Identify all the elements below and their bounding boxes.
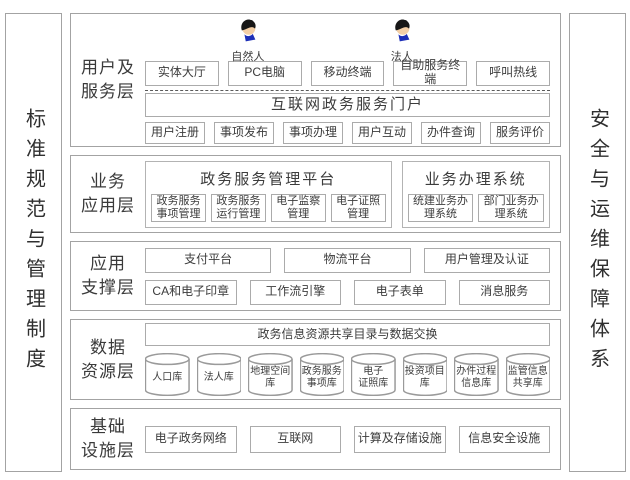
terminal-box: 实体大厅 — [145, 61, 219, 86]
support-row-1: 支付平台 物流平台 用户管理及认证 — [145, 248, 550, 273]
database-cylinder: 法人库 — [197, 353, 242, 396]
actor-legal-person-label: 法人 — [391, 48, 413, 64]
terminal-box: 自助服务终端 — [393, 61, 467, 86]
subsystem-box: 统建业务办理系统 — [408, 194, 474, 222]
portal-box: 互联网政务服务门户 — [145, 93, 550, 117]
right-pillar-label: 安全与运维保障体系 — [588, 108, 608, 378]
person-icon — [237, 17, 258, 47]
person-icon — [391, 17, 412, 47]
database-cylinder: 地理空间 库 — [248, 353, 293, 396]
database-cylinder: 监管信息 共享库 — [506, 353, 551, 396]
layer-stack: 用户及 服务层 自然人 — [70, 13, 561, 472]
database-cylinder: 电子 证照库 — [351, 353, 396, 396]
support-box: 物流平台 — [284, 248, 410, 273]
database-label: 政务服务 事项库 — [300, 359, 345, 396]
database-label: 电子 证照库 — [351, 359, 396, 396]
feature-row: 用户注册 事项发布 事项办理 用户互动 办件查询 服务评价 — [145, 122, 550, 144]
actors-row: 自然人 法人 — [145, 17, 550, 61]
subsystem-box: 政务服务 运行管理 — [211, 194, 266, 222]
database-row: 人口库 法人库 地理空间 库 政务服务 事项库 — [145, 353, 550, 396]
support-box: 电子表单 — [354, 280, 446, 305]
data-exchange-box: 政务信息资源共享目录与数据交换 — [145, 323, 550, 346]
support-box: 用户管理及认证 — [424, 248, 550, 273]
feature-box: 办件查询 — [421, 122, 481, 144]
actor-natural-person: 自然人 — [218, 17, 278, 64]
architecture-diagram: 标准规范与管理制度 用户及 服务层 — [0, 0, 630, 480]
terminal-box: PC电脑 — [228, 61, 302, 86]
layer-app-support: 应用 支撑层 支付平台 物流平台 用户管理及认证 CA和电子印章 工作流引擎 电… — [70, 241, 561, 311]
database-label: 法人库 — [197, 359, 242, 396]
layer-infrastructure-label: 基础 设施层 — [71, 415, 145, 463]
actor-natural-person-label: 自然人 — [231, 48, 264, 64]
infra-box: 信息安全设施 — [459, 426, 551, 453]
layer-app-support-label: 应用 支撑层 — [71, 252, 145, 300]
group-service-mgmt-title: 政务服务管理平台 — [151, 165, 386, 194]
layer-data-resource-label: 数据 资源层 — [71, 336, 145, 384]
database-label: 地理空间 库 — [248, 359, 293, 396]
support-box: CA和电子印章 — [145, 280, 237, 305]
layer-infrastructure: 基础 设施层 电子政务网络 互联网 计算及存储设施 信息安全设施 — [70, 408, 561, 470]
subsystem-box: 电子证照 管理 — [331, 194, 386, 222]
layer-user-service: 用户及 服务层 自然人 — [70, 13, 561, 147]
dashed-divider — [145, 90, 550, 91]
feature-box: 事项发布 — [214, 122, 274, 144]
right-pillar-security-ops: 安全与运维保障体系 — [569, 13, 626, 472]
group-service-mgmt-items: 政务服务 事项管理 政务服务 运行管理 电子监察 管理 电子证照 管理 — [151, 194, 386, 222]
layer-business-app: 业务 应用层 政务服务管理平台 政务服务 事项管理 政务服务 运行管理 电子监察… — [70, 155, 561, 233]
support-box: 支付平台 — [145, 248, 271, 273]
layer-app-support-content: 支付平台 物流平台 用户管理及认证 CA和电子印章 工作流引擎 电子表单 消息服… — [145, 248, 560, 305]
database-cylinder: 人口库 — [145, 353, 190, 396]
infra-row: 电子政务网络 互联网 计算及存储设施 信息安全设施 — [145, 426, 550, 453]
left-pillar-standards: 标准规范与管理制度 — [5, 13, 62, 472]
infra-box: 互联网 — [250, 426, 342, 453]
database-label: 人口库 — [145, 359, 190, 396]
layer-infrastructure-content: 电子政务网络 互联网 计算及存储设施 信息安全设施 — [145, 426, 560, 453]
support-box: 消息服务 — [459, 280, 551, 305]
layer-user-service-content: 自然人 法人 — [145, 17, 560, 144]
database-label: 办件过程 信息库 — [454, 359, 499, 396]
left-pillar-label: 标准规范与管理制度 — [24, 108, 44, 378]
infra-box: 计算及存储设施 — [354, 426, 446, 453]
support-box: 工作流引擎 — [250, 280, 342, 305]
actor-legal-person: 法人 — [372, 17, 432, 64]
layer-data-resource-content: 政务信息资源共享目录与数据交换 人口库 法人库 地理空间 库 — [145, 323, 560, 396]
feature-box: 事项办理 — [283, 122, 343, 144]
group-business-handling: 业务办理系统 统建业务办理系统 部门业务办理系统 — [402, 161, 550, 228]
layer-business-app-content: 政务服务管理平台 政务服务 事项管理 政务服务 运行管理 电子监察 管理 电子证… — [145, 161, 560, 228]
terminal-box: 呼叫热线 — [476, 61, 550, 86]
terminal-row: 实体大厅 PC电脑 移动终端 自助服务终端 呼叫热线 — [145, 61, 550, 86]
database-label: 监管信息 共享库 — [506, 359, 551, 396]
layer-data-resource: 数据 资源层 政务信息资源共享目录与数据交换 人口库 法人库 地理空间 库 — [70, 319, 561, 400]
infra-box: 电子政务网络 — [145, 426, 237, 453]
subsystem-box: 部门业务办理系统 — [478, 194, 544, 222]
feature-box: 用户注册 — [145, 122, 205, 144]
database-cylinder: 投资项目 库 — [403, 353, 448, 396]
terminal-box: 移动终端 — [311, 61, 385, 86]
group-service-mgmt-platform: 政务服务管理平台 政务服务 事项管理 政务服务 运行管理 电子监察 管理 电子证… — [145, 161, 392, 228]
database-label: 投资项目 库 — [403, 359, 448, 396]
layer-business-app-label: 业务 应用层 — [71, 170, 145, 218]
subsystem-box: 电子监察 管理 — [271, 194, 326, 222]
database-cylinder: 办件过程 信息库 — [454, 353, 499, 396]
layer-user-service-label: 用户及 服务层 — [71, 56, 145, 104]
group-business-handling-title: 业务办理系统 — [408, 165, 544, 194]
support-row-2: CA和电子印章 工作流引擎 电子表单 消息服务 — [145, 280, 550, 305]
subsystem-box: 政务服务 事项管理 — [151, 194, 206, 222]
feature-box: 服务评价 — [490, 122, 550, 144]
feature-box: 用户互动 — [352, 122, 412, 144]
database-cylinder: 政务服务 事项库 — [300, 353, 345, 396]
group-business-handling-items: 统建业务办理系统 部门业务办理系统 — [408, 194, 544, 222]
